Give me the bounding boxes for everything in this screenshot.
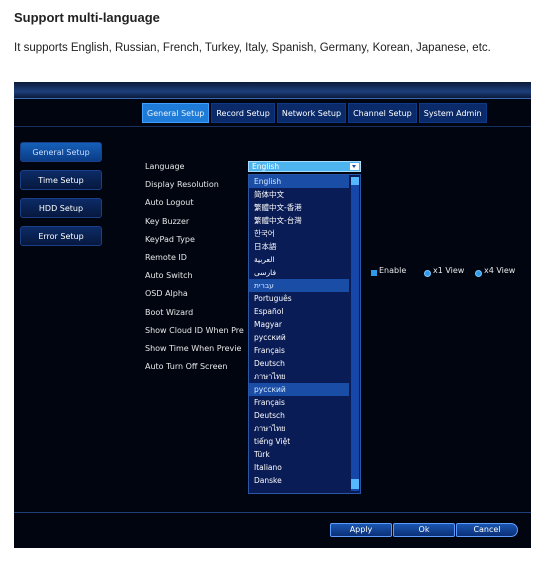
language-option[interactable]: ภาษาไทย bbox=[249, 370, 349, 383]
setting-label-boot-wizard: Boot Wizard bbox=[145, 307, 194, 317]
tab-network-setup[interactable]: Network Setup bbox=[276, 103, 347, 123]
language-option[interactable]: ภาษาไทย bbox=[249, 422, 349, 435]
language-option[interactable]: Danske bbox=[249, 474, 349, 487]
sidebar-item-general-setup[interactable]: General Setup bbox=[20, 142, 102, 162]
language-option[interactable]: 한국어 bbox=[249, 227, 349, 240]
language-option[interactable]: русский bbox=[249, 383, 349, 396]
setting-label-show-cloud-id: Show Cloud ID When Pre bbox=[145, 325, 244, 335]
scroll-thumb[interactable] bbox=[351, 479, 359, 489]
language-option[interactable]: Español bbox=[249, 305, 349, 318]
tab-general-setup[interactable]: General Setup bbox=[142, 103, 210, 123]
language-option[interactable]: русский bbox=[249, 331, 349, 344]
language-option[interactable]: 繁體中文-台灣 bbox=[249, 214, 349, 227]
setting-label-auto-turn-off-screen: Auto Turn Off Screen bbox=[145, 362, 228, 372]
language-option[interactable]: Magyar bbox=[249, 318, 349, 331]
language-option[interactable]: 简体中文 bbox=[249, 188, 349, 201]
setting-label-remote-id: Remote ID bbox=[145, 252, 187, 262]
x1-view-radio[interactable] bbox=[424, 270, 431, 277]
dvr-setup-screen: General Setup Record Setup Network Setup… bbox=[14, 82, 531, 548]
setup-tabs: General Setup Record Setup Network Setup… bbox=[142, 103, 489, 123]
tab-channel-setup[interactable]: Channel Setup bbox=[348, 103, 417, 123]
dropdown-scrollbar[interactable] bbox=[351, 177, 359, 491]
sidebar-item-time-setup[interactable]: Time Setup bbox=[20, 170, 102, 190]
language-option[interactable]: עברית bbox=[249, 279, 349, 292]
language-option[interactable]: Français bbox=[249, 396, 349, 409]
panel-divider bbox=[14, 126, 531, 127]
settings-labels: Language Display Resolution Auto Logout … bbox=[145, 158, 244, 376]
cancel-button[interactable]: Cancel bbox=[456, 523, 518, 537]
language-option[interactable]: العربية bbox=[249, 253, 349, 266]
auto-switch-enable-label: Enable bbox=[379, 266, 407, 275]
x4-view-radio[interactable] bbox=[475, 270, 482, 277]
setting-label-auto-logout: Auto Logout bbox=[145, 198, 194, 208]
tab-record-setup[interactable]: Record Setup bbox=[211, 103, 275, 123]
language-option[interactable]: فارسی bbox=[249, 266, 349, 279]
setting-label-display-resolution: Display Resolution bbox=[145, 180, 219, 190]
chevron-down-icon[interactable] bbox=[350, 163, 359, 170]
language-option[interactable]: Deutsch bbox=[249, 357, 349, 370]
sidebar-item-hdd-setup[interactable]: HDD Setup bbox=[20, 198, 102, 218]
language-option[interactable]: English bbox=[249, 175, 349, 188]
page-heading: Support multi-language bbox=[14, 10, 160, 25]
ok-button[interactable]: Ok bbox=[393, 523, 455, 537]
language-option[interactable]: Italiano bbox=[249, 461, 349, 474]
language-option[interactable]: 日本語 bbox=[249, 240, 349, 253]
auto-switch-enable-checkbox[interactable] bbox=[371, 270, 377, 276]
setting-label-key-buzzer: Key Buzzer bbox=[145, 216, 190, 226]
language-option[interactable]: 繁體中文-香港 bbox=[249, 201, 349, 214]
setting-label-auto-switch: Auto Switch bbox=[145, 271, 193, 281]
language-option[interactable]: tiếng Việt bbox=[249, 435, 349, 448]
page-description: It supports English, Russian, French, Tu… bbox=[14, 42, 491, 54]
language-select-value: English bbox=[252, 162, 280, 171]
language-option[interactable]: Français bbox=[249, 344, 349, 357]
sidebar-item-error-setup[interactable]: Error Setup bbox=[20, 226, 102, 246]
sidebar: General Setup Time Setup HDD Setup Error… bbox=[20, 142, 102, 254]
language-dropdown: English 简体中文 繁體中文-香港 繁體中文-台灣 한국어 日本語 العربية فا… bbox=[248, 174, 361, 494]
language-option[interactable]: Português bbox=[249, 292, 349, 305]
top-banner bbox=[14, 82, 531, 98]
top-divider bbox=[14, 98, 531, 99]
bottom-divider bbox=[14, 512, 531, 513]
language-option[interactable]: Türk bbox=[249, 448, 349, 461]
scroll-up-handle[interactable] bbox=[351, 177, 359, 185]
setting-label-osd-alpha: OSD Alpha bbox=[145, 289, 188, 299]
apply-button[interactable]: Apply bbox=[330, 523, 392, 537]
language-option[interactable]: Deutsch bbox=[249, 409, 349, 422]
tab-system-admin[interactable]: System Admin bbox=[418, 103, 487, 123]
setting-label-keypad-type: KeyPad Type bbox=[145, 234, 195, 244]
language-options-list: English 简体中文 繁體中文-香港 繁體中文-台灣 한국어 日本語 العربية فا… bbox=[249, 175, 360, 487]
x1-view-label: x1 View bbox=[433, 266, 465, 275]
x4-view-label: x4 View bbox=[484, 266, 516, 275]
language-select[interactable]: English bbox=[248, 161, 361, 172]
setting-label-show-time: Show Time When Previe bbox=[145, 343, 242, 353]
setting-label-language: Language bbox=[145, 162, 185, 171]
